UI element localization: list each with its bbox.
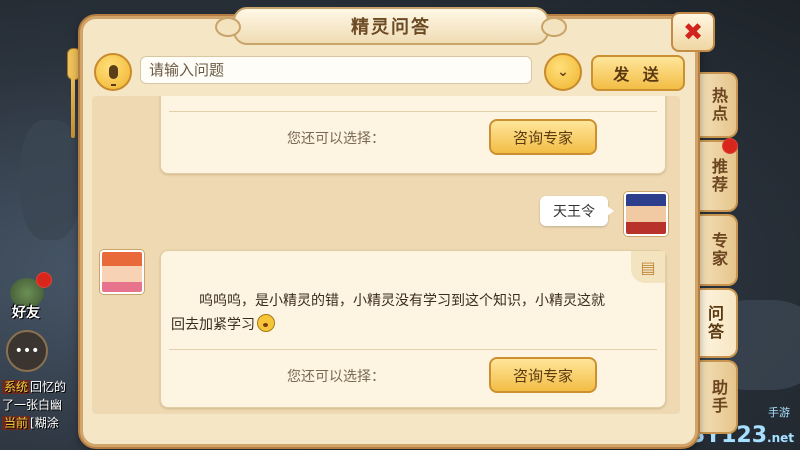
choose-label: 您还可以选择： <box>287 131 385 147</box>
chevron-down-icon: ⌄ <box>557 64 569 80</box>
chat-tag: 系统 <box>2 380 31 394</box>
tab-label: 热点 <box>709 87 728 123</box>
bubble-divider <box>169 111 657 112</box>
history-dropdown-button[interactable]: ⌄ <box>544 53 582 91</box>
friends-button[interactable]: 好友 <box>4 272 52 324</box>
dialog-title-banner: 精灵问答 <box>215 7 567 45</box>
send-button[interactable]: 发 送 <box>591 55 685 91</box>
user-avatar <box>624 192 668 236</box>
user-message-text: 天王令 <box>553 204 595 220</box>
chat-text: 了一张白幽 <box>2 398 63 412</box>
question-input[interactable] <box>140 56 532 84</box>
chat-bubble-button[interactable]: ••• <box>6 330 48 372</box>
tab-hot[interactable]: 热点 <box>700 72 738 138</box>
close-icon: ✖ <box>682 18 704 46</box>
tab-recommend[interactable]: 推荐 <box>700 138 738 212</box>
voice-input-button[interactable] <box>94 53 132 91</box>
friends-badge <box>36 272 52 288</box>
chat-tag: 当前 <box>2 416 31 430</box>
chat-bubble-icon: ••• <box>14 343 40 359</box>
chat-area[interactable]: 您还可以选择： 咨询专家 天王令 ▤ 呜呜呜，是小精灵的错，小精灵没有学习到这个… <box>92 96 680 414</box>
friends-label: 好友 <box>12 305 40 321</box>
close-button[interactable]: ✖ <box>671 12 715 52</box>
bubble-divider <box>169 349 657 350</box>
consult-expert-button[interactable]: 咨询专家 <box>489 119 597 155</box>
consult-expert-button[interactable]: 咨询专家 <box>489 357 597 393</box>
crying-emoji-icon <box>257 314 275 332</box>
choose-label: 您还可以选择： <box>287 369 385 385</box>
tab-badge <box>722 138 738 154</box>
answer-text-content: 呜呜呜，是小精灵的错，小精灵没有学习到这个知识，小精灵这就回去加紧学习 <box>171 293 605 333</box>
tab-label: 问答 <box>705 305 724 341</box>
watermark-small: 手游 <box>768 406 790 419</box>
tab-assistant[interactable]: 助手 <box>700 360 738 434</box>
tassel-ornament <box>66 48 81 138</box>
tab-expert[interactable]: 专家 <box>700 214 738 286</box>
chat-line: 当前 [糊涂 <box>2 414 59 431</box>
chat-line: 了一张白幽 <box>2 396 62 413</box>
tassel-string <box>71 78 75 138</box>
tab-label: 推荐 <box>709 158 728 194</box>
previous-answer-bubble: 您还可以选择： 咨询专家 <box>160 96 666 174</box>
chat-line: 系统 回忆的 <box>2 378 66 395</box>
answer-bubble: ▤ 呜呜呜，是小精灵的错，小精灵没有学习到这个知识，小精灵这就回去加紧学习 您还… <box>160 250 666 408</box>
background-figure <box>20 120 80 240</box>
dialog-title: 精灵问答 <box>351 17 431 38</box>
watermark-suffix: .net <box>767 431 794 445</box>
answer-text: 呜呜呜，是小精灵的错，小精灵没有学习到这个知识，小精灵这就回去加紧学习 <box>171 289 611 337</box>
chat-text: [糊涂 <box>30 416 59 430</box>
tassel-knot <box>67 48 81 80</box>
user-message-bubble: 天王令 <box>540 196 614 226</box>
tab-label: 助手 <box>709 379 728 415</box>
microphone-icon <box>108 65 118 86</box>
sprite-avatar <box>100 250 144 294</box>
tab-qa[interactable]: 问答 <box>692 288 738 358</box>
chat-text: 回忆的 <box>30 380 67 394</box>
tab-label: 专家 <box>709 232 728 268</box>
book-icon: ▤ <box>631 251 665 283</box>
